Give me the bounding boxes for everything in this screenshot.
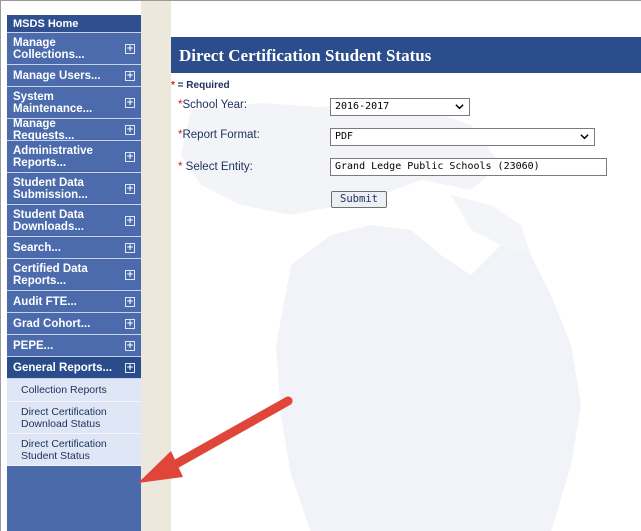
expand-icon[interactable]: + — [125, 183, 135, 194]
expand-icon[interactable]: + — [125, 242, 135, 253]
sidebar-item-pepe[interactable]: PEPE... + — [7, 335, 141, 357]
sidebar-item-general-reports[interactable]: General Reports... + — [7, 357, 141, 379]
expand-icon[interactable]: + — [125, 151, 135, 162]
main-content: Direct Certification Student Status * = … — [171, 15, 641, 531]
sidebar-subitem-direct-certification-student-status[interactable]: Direct Certification Student Status — [7, 434, 141, 466]
expand-icon[interactable]: + — [125, 340, 135, 351]
sidebar-item-label: Student Data Downloads... — [13, 208, 84, 233]
select-entity-input[interactable]: Grand Ledge Public Schools (23060) — [330, 158, 607, 176]
sidebar-item-system-maintenance[interactable]: System Maintenance... + — [7, 87, 141, 119]
sidebar-item-label: Manage Requests... — [13, 117, 75, 142]
sidebar-item-manage-users[interactable]: Manage Users... + — [7, 65, 141, 87]
select-entity-label: * Select Entity: — [178, 161, 253, 173]
sidebar-item-manage-collections[interactable]: Manage Collections... + — [7, 33, 141, 65]
sidebar-item-label: Manage Collections... — [13, 36, 85, 61]
sidebar-item-label: General Reports... — [13, 361, 113, 374]
sidebar-subitem-direct-certification-download-status[interactable]: Direct Certification Download Status — [7, 402, 141, 434]
chevron-down-icon — [580, 134, 589, 140]
sidebar-item-audit-fte[interactable]: Audit FTE... + — [7, 291, 141, 313]
expand-icon[interactable]: + — [125, 43, 135, 54]
required-legend: * = Required — [171, 80, 230, 91]
sidebar-home-link[interactable]: MSDS Home — [7, 15, 141, 33]
sidebar-subitem-label: Direct Certification Student Status — [21, 437, 107, 462]
required-legend-text: = Required — [174, 80, 230, 91]
expand-icon[interactable]: + — [125, 70, 135, 81]
michigan-map-watermark — [181, 99, 581, 531]
report-format-select[interactable]: PDF — [330, 128, 595, 146]
sidebar-item-label: Audit FTE... — [13, 295, 77, 308]
report-format-value: PDF — [335, 131, 354, 142]
expand-icon[interactable]: + — [125, 97, 135, 108]
sidebar-item-label: System Maintenance... — [13, 90, 93, 115]
sidebar-nav: MSDS Home Manage Collections... + Manage… — [7, 15, 141, 531]
sidebar-item-student-data-submission[interactable]: Student Data Submission... + — [7, 173, 141, 205]
sidebar-item-label: Student Data Submission... — [13, 176, 88, 201]
chevron-down-icon — [455, 104, 464, 110]
sidebar-item-student-data-downloads[interactable]: Student Data Downloads... + — [7, 205, 141, 237]
sidebar-item-administrative-reports[interactable]: Administrative Reports... + — [7, 141, 141, 173]
expand-icon[interactable]: + — [125, 362, 135, 373]
expand-icon[interactable]: + — [125, 318, 135, 329]
sidebar-item-label: Certified Data Reports... — [13, 262, 88, 287]
sidebar-item-certified-data-reports[interactable]: Certified Data Reports... + — [7, 259, 141, 291]
sidebar-item-search[interactable]: Search... + — [7, 237, 141, 259]
select-entity-label-text: Select Entity: — [185, 161, 253, 173]
school-year-value: 2016-2017 — [335, 101, 390, 112]
expand-icon[interactable]: + — [125, 124, 135, 135]
report-format-label: *Report Format: — [178, 129, 260, 141]
expand-icon[interactable]: + — [125, 215, 135, 226]
sidebar-subitem-collection-reports[interactable]: Collection Reports — [7, 379, 141, 402]
sidebar-subitem-label: Direct Certification Download Status — [21, 405, 107, 430]
sidebar-item-label: Administrative Reports... — [13, 144, 93, 169]
school-year-select[interactable]: 2016-2017 — [330, 98, 470, 116]
required-asterisk: * — [178, 161, 186, 173]
sidebar-item-manage-requests[interactable]: Manage Requests... + — [7, 117, 141, 142]
school-year-label: *School Year: — [178, 99, 247, 111]
sidebar-item-label: PEPE... — [13, 339, 54, 352]
sidebar-item-label: Manage Users... — [13, 69, 101, 82]
report-format-label-text: Report Format: — [182, 129, 260, 141]
submit-button[interactable]: Submit — [331, 191, 387, 208]
sidebar-item-label: Search... — [13, 241, 61, 254]
expand-icon[interactable]: + — [125, 296, 135, 307]
sidebar-item-grad-cohort[interactable]: Grad Cohort... + — [7, 313, 141, 335]
select-entity-value: Grand Ledge Public Schools (23060) — [335, 161, 540, 172]
sidebar-item-label: Grad Cohort... — [13, 317, 91, 330]
school-year-label-text: School Year: — [182, 99, 248, 111]
page-title: Direct Certification Student Status — [171, 37, 641, 73]
sidebar-subitem-label: Collection Reports — [21, 384, 107, 396]
app-frame: MSDS Home Manage Collections... + Manage… — [0, 0, 641, 531]
content-gutter — [141, 1, 171, 531]
expand-icon[interactable]: + — [125, 269, 135, 280]
